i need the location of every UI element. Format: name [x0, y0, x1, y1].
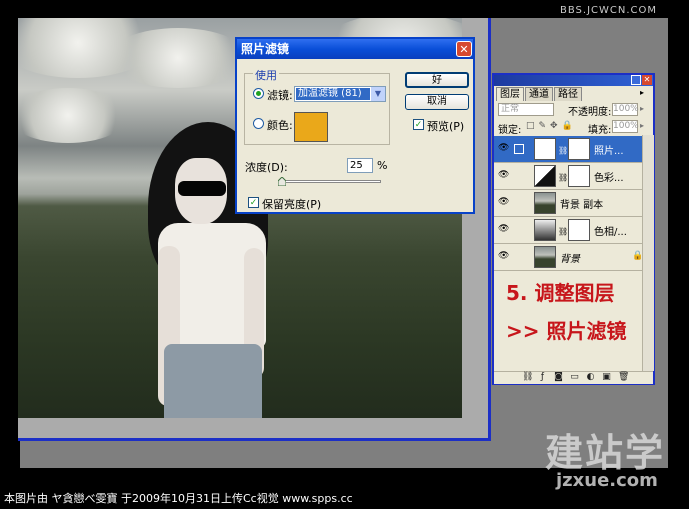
link-icon: ⛓	[558, 146, 569, 155]
trash-icon[interactable]: 🗑	[618, 373, 629, 382]
close-icon[interactable]: ✕	[642, 75, 652, 85]
layer-row-background[interactable]: 👁 背景 🔒	[494, 244, 643, 271]
density-label: 浓度(D):	[245, 161, 288, 174]
density-unit: %	[377, 159, 388, 172]
preserve-luminosity-label: 保留亮度(P)	[262, 198, 322, 211]
ok-button[interactable]: 好	[405, 72, 469, 88]
link-icon: ⛓	[558, 227, 569, 236]
layer-name: 色相/...	[594, 227, 627, 238]
lock-icons[interactable]: □✎✥🔒	[526, 121, 577, 131]
density-slider-thumb[interactable]	[278, 177, 286, 186]
new-layer-icon[interactable]: ▣	[602, 373, 611, 382]
tab-channels[interactable]: 通道	[525, 87, 553, 101]
opacity-arrow-icon[interactable]: ▸	[640, 104, 644, 113]
layer-thumbnail	[534, 246, 556, 268]
layers-scrollbar[interactable]	[642, 135, 654, 371]
preview-checkbox[interactable]: ✓	[413, 119, 424, 130]
tab-paths[interactable]: 路径	[554, 87, 582, 101]
eye-icon[interactable]: 👁	[498, 198, 510, 207]
add-mask-icon[interactable]: ◙	[554, 373, 563, 382]
close-icon[interactable]: ✕	[456, 41, 472, 57]
eye-icon[interactable]: 👁	[498, 225, 510, 234]
new-group-icon[interactable]: ▭	[570, 373, 579, 382]
adjustment-thumbnail	[534, 219, 556, 241]
dialog-title: 照片滤镜	[241, 42, 290, 56]
action-annotation: >> 照片滤镜	[506, 319, 627, 343]
layer-style-icon[interactable]: ƒ	[538, 373, 547, 382]
density-input[interactable]: 25	[347, 158, 373, 173]
preserve-luminosity-checkbox[interactable]: ✓	[248, 197, 259, 208]
fill-label: 填充:	[588, 125, 612, 136]
layer-name: 背景 副本	[560, 200, 604, 211]
radio-selected-dot	[256, 91, 261, 96]
model-sunglasses	[178, 181, 226, 196]
layer-thumbnail	[534, 192, 556, 214]
brush-icon	[514, 144, 524, 154]
layers-panel-title-bar[interactable]	[494, 75, 653, 86]
model-jeans	[164, 344, 262, 418]
layer-row-background-copy[interactable]: 👁 背景 副本	[494, 190, 643, 217]
fill-input[interactable]: 100%	[612, 120, 639, 133]
step-annotation: 5. 调整图层	[506, 281, 615, 305]
color-swatch[interactable]	[294, 112, 328, 142]
cloud	[18, 88, 128, 143]
density-slider-track[interactable]	[281, 180, 381, 183]
photo-filter-dialog: 照片滤镜 ✕ 使用 滤镜: 加温滤镜 (81) ▼ 颜色: 好 取消 ✓ 预览(…	[235, 37, 475, 214]
link-icon: ⛓	[558, 173, 569, 182]
tab-layers[interactable]: 图层	[496, 87, 524, 101]
layer-name: 照片...	[594, 146, 624, 157]
lock-label: 锁定:	[498, 125, 522, 136]
cancel-button[interactable]: 取消	[405, 94, 469, 110]
blend-mode-dropdown[interactable]: 正常	[498, 103, 554, 116]
blend-mode-value: 正常	[501, 104, 520, 114]
layer-mask-thumbnail	[568, 219, 590, 241]
layer-name: 色彩...	[594, 173, 624, 184]
new-adjustment-layer-icon[interactable]: ◐	[586, 373, 595, 382]
opacity-input[interactable]: 100%	[612, 103, 639, 116]
link-layers-icon[interactable]: ⛓	[522, 373, 533, 382]
minimize-icon[interactable]	[631, 75, 641, 85]
filter-dropdown[interactable]: 加温滤镜 (81) ▼	[294, 86, 386, 102]
preview-label: 预览(P)	[427, 120, 465, 133]
layer-mask-thumbnail	[568, 165, 590, 187]
color-label: 颜色:	[267, 119, 293, 132]
layer-name: 背景	[560, 254, 580, 265]
layer-row-color-balance[interactable]: 👁 ⛓ 色彩...	[494, 163, 643, 190]
layers-bottom-toolbar: ⛓ ƒ ◙ ▭ ◐ ▣ 🗑	[494, 371, 653, 384]
eye-icon[interactable]: 👁	[498, 171, 510, 180]
site-watermark: BBS.JCWCN.COM	[560, 5, 658, 16]
filter-radio[interactable]	[253, 88, 264, 99]
filter-dropdown-value: 加温滤镜 (81)	[296, 88, 370, 100]
fill-arrow-icon[interactable]: ▸	[640, 121, 644, 130]
chevron-down-icon[interactable]: ▼	[371, 87, 385, 101]
eye-icon[interactable]: 👁	[498, 252, 510, 261]
upload-caption: 本图片由 ヤ貪戀べ雯寶 于2009年10月31日上传Cc视觉 www.spps.…	[4, 492, 353, 505]
layer-mask-thumbnail	[568, 138, 590, 160]
color-radio[interactable]	[253, 118, 264, 129]
eye-icon[interactable]: 👁	[498, 144, 510, 153]
cloud	[108, 28, 248, 88]
use-group-label: 使用	[253, 67, 279, 83]
panel-menu-icon[interactable]: ▸	[640, 88, 644, 97]
site-logo-url: jzxue.com	[556, 470, 658, 491]
layers-tabs: 图层 通道 路径	[496, 87, 582, 101]
layer-row-photo-filter[interactable]: 👁 ⛓ 照片...	[494, 136, 643, 163]
adjustment-thumbnail	[534, 165, 556, 187]
adjustment-thumbnail	[534, 138, 556, 160]
opacity-label: 不透明度:	[568, 107, 612, 118]
layer-row-hue-saturation[interactable]: 👁 ⛓ 色相/...	[494, 217, 643, 244]
site-logo-text: 建站学	[545, 431, 666, 475]
filter-label: 滤镜:	[267, 89, 293, 102]
dialog-title-bar[interactable]: 照片滤镜	[237, 39, 473, 59]
